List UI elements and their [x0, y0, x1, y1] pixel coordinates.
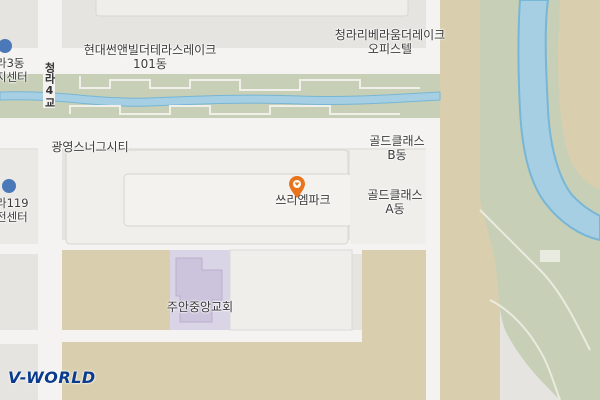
label-gold-class-a: 골드클래스 A동 [367, 188, 423, 216]
location-pin-icon[interactable] [289, 176, 305, 198]
vworld-logo[interactable]: V-WORLD [8, 368, 96, 387]
label-cheongna-officetel: 청라리베라움더레이크 오피스텔 [334, 28, 446, 56]
label-gwangyoung: 광영스너그시티 [51, 140, 129, 154]
block-top [95, 0, 409, 17]
label-cheongna-4-bridge: 청라4교 [43, 62, 56, 108]
label-community-center: 라3동 지센터 [0, 56, 28, 84]
label-fire-station: 라119 전센터 [0, 196, 29, 224]
label-gold-class-b: 골드클래스 B동 [369, 134, 425, 162]
label-juan-church: 주안중앙교회 [166, 300, 234, 314]
tan-area-bottom [62, 342, 426, 400]
fire-station-icon [2, 179, 16, 193]
tan-area-right [362, 250, 426, 345]
park-feature [540, 250, 560, 262]
map-canvas[interactable]: 현대썬앤빌더테라스레이크 101동 청라리베라움더레이크 오피스텔 광영스너그시… [0, 0, 600, 400]
label-hyundai-101: 현대썬앤빌더테라스레이크 101동 [83, 43, 217, 71]
block-church-right [229, 249, 353, 331]
tan-area-left [62, 250, 170, 330]
